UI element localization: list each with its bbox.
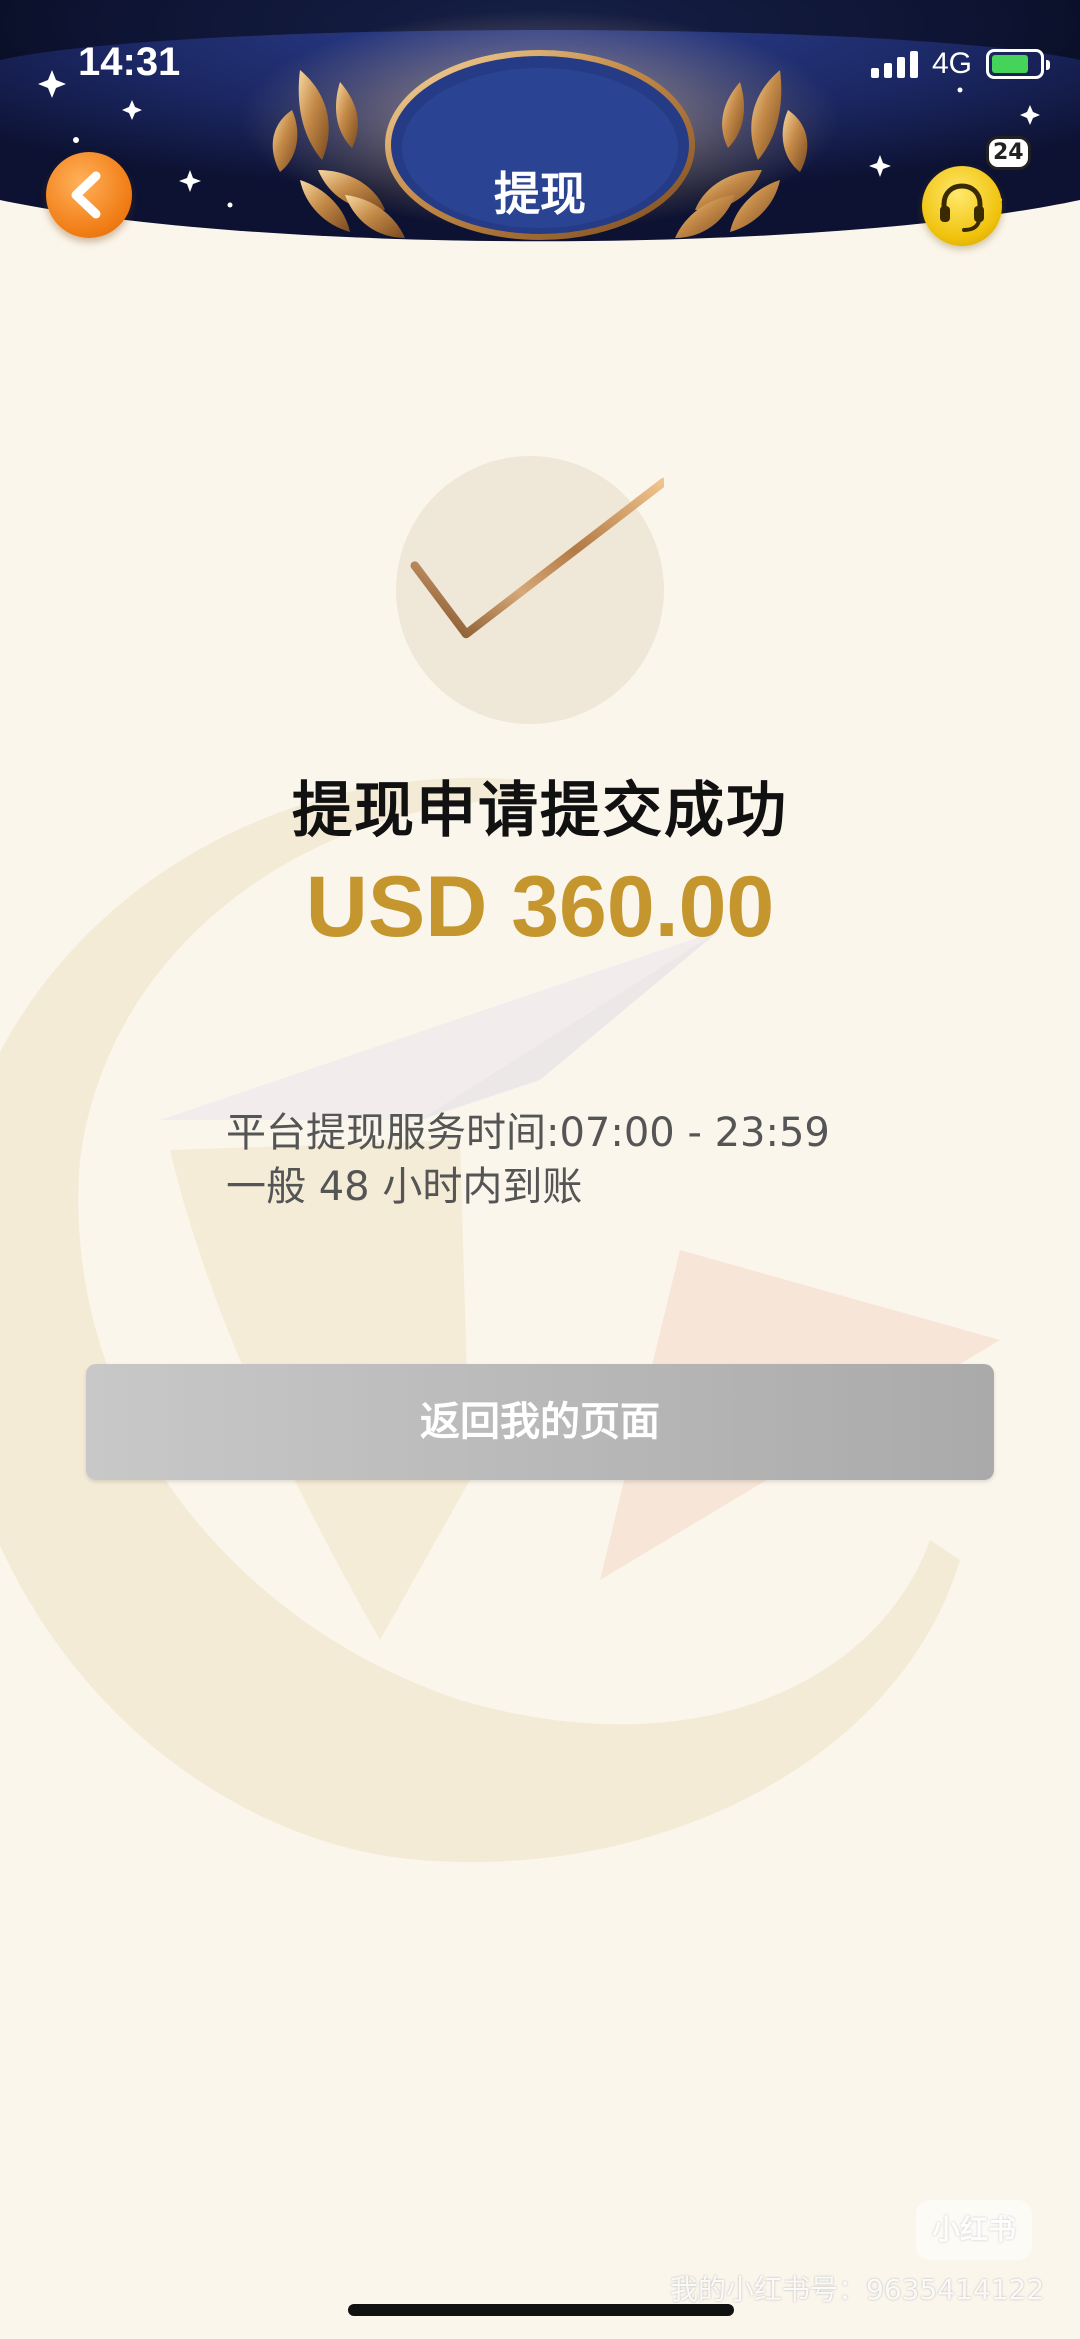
message-count-badge: 24 [986,136,1031,170]
header: 14:31 4G 提现 24 [0,0,1080,260]
headset-icon [940,183,984,232]
success-title: 提现申请提交成功 [292,776,788,846]
checkmark-icon [396,456,668,724]
success-indicator [396,456,668,724]
status-time: 14:31 [78,40,181,84]
service-notice: 平台提现服务时间:07:00 - 23:59 一般 48 小时内到账 [226,1106,830,1214]
watermark-badge: 小红书 [916,2200,1032,2260]
customer-service-button[interactable] [922,166,1002,246]
arrival-time-text: 一般 48 小时内到账 [226,1164,583,1210]
service-hours-text: 平台提现服务时间:07:00 - 23:59 [226,1110,830,1156]
battery-icon [986,49,1050,79]
home-indicator[interactable] [348,2304,734,2316]
network-type: 4G [931,47,972,80]
signal-icon [870,50,918,78]
page-title: 提现 [494,167,586,221]
status-indicators: 4G [870,44,1050,84]
return-to-my-page-button[interactable]: 返回我的页面 [86,1364,994,1480]
withdraw-amount: USD 360.00 [305,859,775,955]
watermark-text: 我的小红书号：9635414122 [670,2273,1045,2306]
